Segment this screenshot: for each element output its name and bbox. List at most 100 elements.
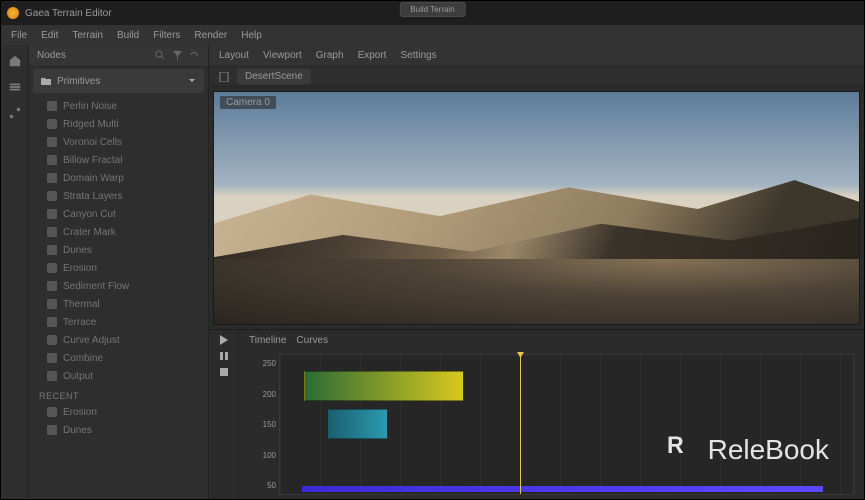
item-label: Canyon Cut: [63, 209, 116, 220]
menu-filters[interactable]: Filters: [153, 30, 180, 41]
list-item[interactable]: Curve Adjust: [29, 331, 208, 349]
graph-icon[interactable]: [7, 105, 23, 121]
node-icon: [47, 425, 57, 435]
node-icon: [47, 263, 57, 273]
list-item[interactable]: Canyon Cut: [29, 205, 208, 223]
timeline-y-axis: 250 200 150 100 50: [248, 355, 276, 494]
folder-icon: [41, 76, 51, 86]
workspace: Nodes Primitives Perlin Noise Ridged Mul…: [1, 45, 864, 499]
tab-graph[interactable]: Graph: [316, 50, 344, 61]
list-item[interactable]: Dunes: [29, 421, 208, 439]
y-tick: 50: [248, 481, 276, 490]
node-icon: [47, 173, 57, 183]
titlebar[interactable]: Gaea Terrain Editor Build Terrain: [1, 1, 864, 25]
viewport[interactable]: Camera 0: [213, 91, 860, 325]
item-label: Curve Adjust: [63, 335, 120, 346]
list-item[interactable]: Billow Fractal: [29, 151, 208, 169]
toolbar: Layout Viewport Graph Export Settings: [209, 45, 864, 67]
clip-bar-2[interactable]: [328, 409, 388, 439]
tab-layout[interactable]: Layout: [219, 50, 249, 61]
item-label: Ridged Multi: [63, 119, 119, 130]
menubar: File Edit Terrain Build Filters Render H…: [1, 25, 864, 45]
tab-export[interactable]: Export: [358, 50, 387, 61]
node-icon: [47, 155, 57, 165]
sidebar-header: Nodes: [29, 45, 208, 67]
list-item[interactable]: Output: [29, 367, 208, 385]
playhead[interactable]: [520, 355, 521, 494]
app-window: Gaea Terrain Editor Build Terrain File E…: [0, 0, 865, 500]
y-tick: 200: [248, 390, 276, 399]
item-label: Dunes: [63, 245, 92, 256]
app-logo-icon: [7, 7, 19, 19]
timeline-tab[interactable]: Timeline: [249, 335, 286, 346]
node-icon: [47, 245, 57, 255]
tab-settings[interactable]: Settings: [400, 50, 436, 61]
sidebar-list: Perlin Noise Ridged Multi Voronoi Cells …: [29, 95, 208, 499]
node-icon: [47, 191, 57, 201]
node-icon: [47, 101, 57, 111]
list-item[interactable]: Erosion: [29, 259, 208, 277]
list-item[interactable]: Sediment Flow: [29, 277, 208, 295]
menu-help[interactable]: Help: [241, 30, 262, 41]
node-icon: [47, 407, 57, 417]
filter-icon[interactable]: [172, 50, 183, 61]
item-label: Strata Layers: [63, 191, 122, 202]
list-item[interactable]: Terrace: [29, 313, 208, 331]
list-item[interactable]: Ridged Multi: [29, 115, 208, 133]
search-icon[interactable]: [155, 50, 166, 61]
clip-bar-1[interactable]: [304, 371, 464, 401]
list-item[interactable]: Voronoi Cells: [29, 133, 208, 151]
menu-render[interactable]: Render: [194, 30, 227, 41]
item-label: Voronoi Cells: [63, 137, 122, 148]
list-item[interactable]: Combine: [29, 349, 208, 367]
clip-baseline[interactable]: [302, 486, 823, 492]
layers-icon[interactable]: [7, 79, 23, 95]
list-item[interactable]: Erosion: [29, 403, 208, 421]
menu-build[interactable]: Build: [117, 30, 139, 41]
timeline-area[interactable]: 250 200 150 100 50 ᴿ Rele: [279, 354, 854, 495]
home-icon[interactable]: [7, 53, 23, 69]
pause-icon[interactable]: [218, 350, 230, 362]
node-icon: [47, 137, 57, 147]
sidebar-title: Nodes: [37, 50, 66, 61]
item-label: Output: [63, 371, 93, 382]
stop-icon[interactable]: [218, 366, 230, 378]
section-recent: Recent: [29, 385, 208, 403]
play-icon[interactable]: [218, 334, 230, 346]
node-icon: [47, 209, 57, 219]
list-item[interactable]: Crater Mark: [29, 223, 208, 241]
timeline-tools: [209, 330, 239, 499]
item-label: Sediment Flow: [63, 281, 129, 292]
item-label: Domain Warp: [63, 173, 124, 184]
list-item[interactable]: Domain Warp: [29, 169, 208, 187]
menu-file[interactable]: File: [11, 30, 27, 41]
y-tick: 100: [248, 451, 276, 460]
app-title: Gaea Terrain Editor: [25, 8, 112, 19]
sidebar-folder[interactable]: Primitives: [33, 69, 204, 93]
y-tick: 250: [248, 359, 276, 368]
item-label: Crater Mark: [63, 227, 116, 238]
list-item[interactable]: Thermal: [29, 295, 208, 313]
list-item[interactable]: Strata Layers: [29, 187, 208, 205]
item-label: Combine: [63, 353, 103, 364]
item-label: Dunes: [63, 425, 92, 436]
timeline-header: Timeline Curves: [239, 330, 864, 350]
menu-edit[interactable]: Edit: [41, 30, 58, 41]
curves-tab[interactable]: Curves: [296, 335, 328, 346]
list-item[interactable]: Dunes: [29, 241, 208, 259]
list-item[interactable]: Perlin Noise: [29, 97, 208, 115]
node-icon: [47, 353, 57, 363]
item-label: Perlin Noise: [63, 101, 117, 112]
breadcrumb[interactable]: DesertScene: [237, 69, 311, 84]
node-icon: [47, 227, 57, 237]
doc-icon: [219, 72, 229, 82]
center-tab[interactable]: Build Terrain: [399, 2, 465, 17]
node-icon: [47, 119, 57, 129]
item-label: Thermal: [63, 299, 100, 310]
tab-viewport[interactable]: Viewport: [263, 50, 302, 61]
item-label: Billow Fractal: [63, 155, 122, 166]
refresh-icon[interactable]: [189, 50, 200, 61]
node-icon: [47, 299, 57, 309]
menu-terrain[interactable]: Terrain: [72, 30, 103, 41]
item-label: Erosion: [63, 407, 97, 418]
